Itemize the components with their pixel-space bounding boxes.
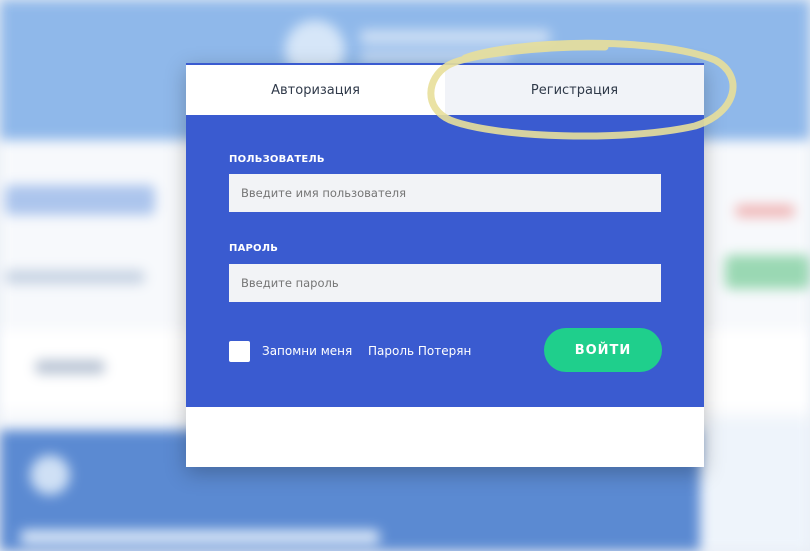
- username-label: ПОЛЬЗОВАТЕЛЬ: [229, 154, 325, 165]
- bg-footer-text: [20, 530, 380, 544]
- password-label: ПАРОЛЬ: [229, 243, 279, 254]
- bg-right-panel: [700, 420, 810, 551]
- auth-tabs: Авторизация Регистрация: [186, 63, 704, 115]
- tab-register[interactable]: Регистрация: [445, 65, 704, 115]
- login-form: ПОЛЬЗОВАТЕЛЬ ПАРОЛЬ Запомни меня Пароль …: [186, 115, 704, 407]
- tab-login[interactable]: Авторизация: [186, 65, 445, 115]
- bg-logo-text: [360, 30, 550, 44]
- bg-title: [5, 185, 155, 215]
- bg-logo-subtext: [360, 52, 510, 62]
- tab-register-label: Регистрация: [530, 82, 619, 98]
- tab-login-label: Авторизация: [271, 82, 360, 98]
- login-button[interactable]: ВОЙТИ: [544, 328, 662, 372]
- bg-right-button: [725, 255, 810, 289]
- password-input[interactable]: [229, 264, 661, 302]
- lost-password-link[interactable]: Пароль Потерян: [368, 344, 471, 358]
- auth-modal: Авторизация Регистрация ПОЛЬЗОВАТЕЛЬ ПАР…: [186, 63, 704, 467]
- bg-row-text: [35, 360, 105, 374]
- username-input[interactable]: [229, 174, 661, 212]
- bg-footer-logo-icon: [30, 455, 70, 495]
- bg-subtitle: [5, 270, 145, 284]
- remember-me-label: Запомни меня: [262, 344, 353, 358]
- login-button-label: ВОЙТИ: [574, 342, 632, 358]
- bg-right-label: [735, 205, 795, 217]
- remember-me-checkbox[interactable]: [229, 341, 250, 362]
